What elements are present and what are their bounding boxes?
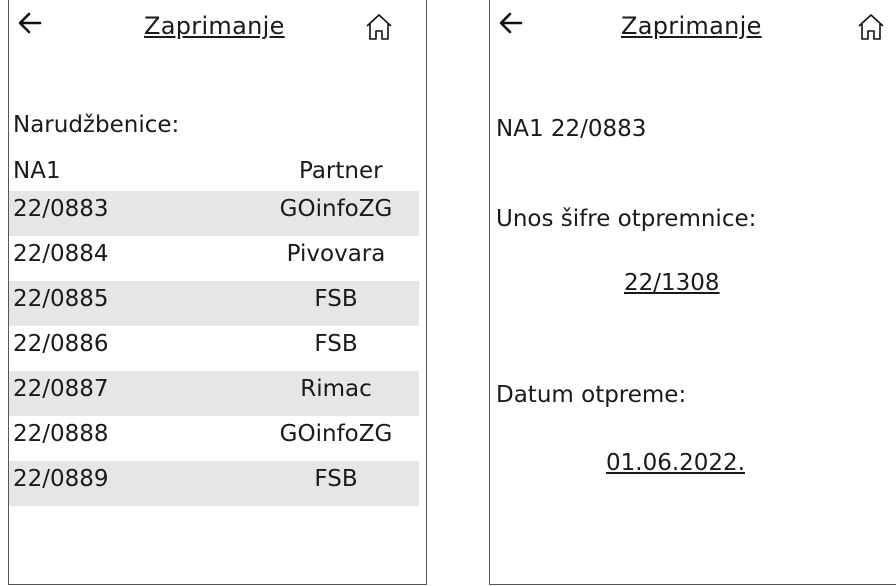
- partner-name: GOinfoZG: [279, 196, 393, 222]
- table-row[interactable]: 22/0885 FSB: [9, 281, 419, 326]
- page-title: Zaprimanje: [144, 12, 285, 40]
- table-row[interactable]: 22/0886 FSB: [9, 326, 419, 371]
- header: Zaprimanje: [490, 0, 896, 60]
- table-row[interactable]: 22/0888 GOinfoZG: [9, 416, 419, 461]
- order-number: 22/0886: [13, 331, 109, 357]
- header: Zaprimanje: [9, 0, 426, 60]
- partner-name: FSB: [314, 286, 358, 312]
- order-number: 22/0888: [13, 421, 109, 447]
- partner-name: FSB: [314, 466, 358, 492]
- table-row[interactable]: 22/0887 Rimac: [9, 371, 419, 416]
- table-row[interactable]: 22/0884 Pivovara: [9, 236, 419, 281]
- delivery-code-field[interactable]: 22/1308: [624, 270, 720, 296]
- partner-name: GOinfoZG: [279, 421, 393, 447]
- order-number: 22/0885: [13, 286, 109, 312]
- page-title: Zaprimanje: [621, 12, 762, 40]
- order-number: 22/0883: [13, 196, 109, 222]
- arrow-left-icon[interactable]: [17, 10, 43, 36]
- order-reference: NA1 22/0883: [496, 116, 647, 142]
- home-icon[interactable]: [856, 12, 886, 42]
- ship-date-field[interactable]: 01.06.2022.: [606, 450, 745, 476]
- column-header-partner: Partner: [299, 158, 383, 184]
- orders-label: Narudžbenice:: [13, 112, 180, 138]
- arrow-left-icon[interactable]: [498, 10, 524, 36]
- ship-date-label: Datum otpreme:: [496, 382, 687, 408]
- delivery-code-label: Unos šifre otpremnice:: [496, 206, 757, 232]
- partner-name: Rimac: [300, 376, 372, 402]
- order-number: 22/0884: [13, 241, 109, 267]
- table-row[interactable]: 22/0883 GOinfoZG: [9, 191, 419, 236]
- home-icon[interactable]: [364, 12, 394, 42]
- column-header-na1: NA1: [13, 158, 61, 184]
- order-number: 22/0889: [13, 466, 109, 492]
- receipt-screen: Zaprimanje NA1 22/0883 Unos šifre otprem…: [489, 0, 896, 585]
- table-row[interactable]: 22/0889 FSB: [9, 461, 419, 506]
- partner-name: FSB: [314, 331, 358, 357]
- partner-name: Pivovara: [286, 241, 386, 267]
- order-number: 22/0887: [13, 376, 109, 402]
- orders-screen: Zaprimanje Narudžbenice: NA1 Partner 22/…: [8, 0, 427, 585]
